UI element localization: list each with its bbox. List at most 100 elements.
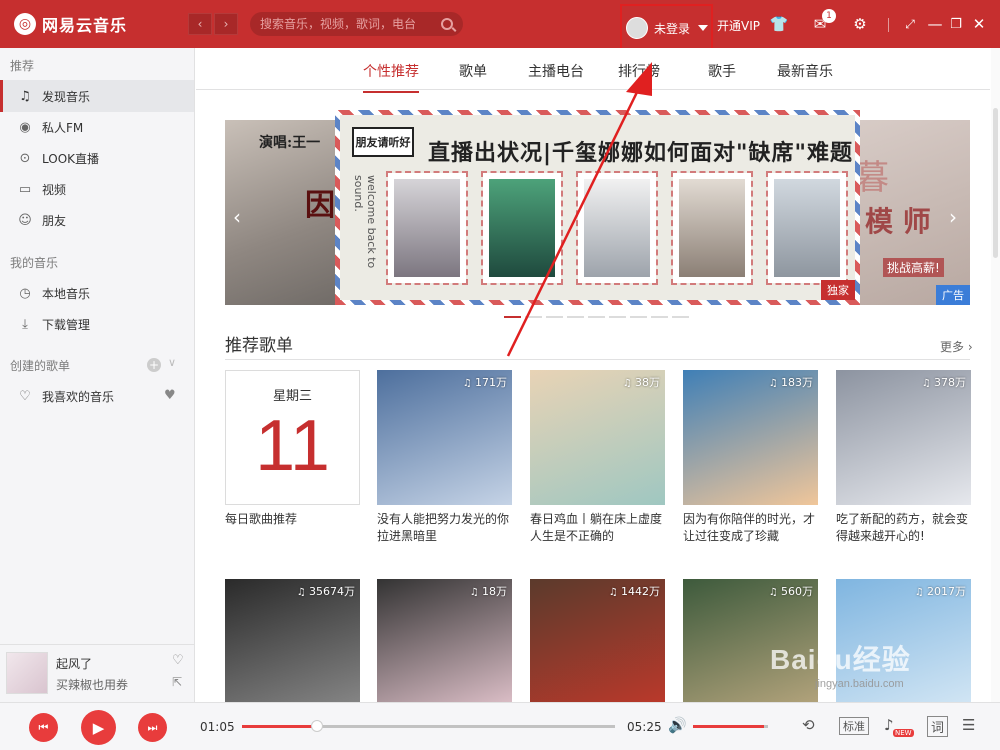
tab-new-music[interactable]: 最新音乐: [777, 61, 833, 81]
search-box[interactable]: [250, 12, 463, 36]
quality-button[interactable]: 标准: [839, 717, 869, 735]
playlist-card[interactable]: 171万 没有人能把努力发光的你拉进黑暗里: [377, 370, 512, 545]
carousel-dot[interactable]: [546, 316, 563, 318]
netease-logo-icon: ◎: [14, 13, 36, 35]
playlist-cover[interactable]: 35674万: [225, 579, 360, 702]
scrollbar-thumb[interactable]: [993, 108, 998, 258]
carousel-dot[interactable]: [609, 316, 626, 318]
vip-link[interactable]: 开通VIP: [717, 17, 760, 34]
playlist-title[interactable]: 春日鸡血丨躺在床上虚度人生是不正确的: [530, 511, 665, 545]
previous-button[interactable]: ⏮: [29, 713, 58, 742]
progress-bar[interactable]: [242, 720, 615, 732]
chevron-down-icon[interactable]: [698, 25, 709, 31]
play-count: 18万: [470, 583, 507, 599]
banner-photo: [386, 171, 468, 285]
next-button[interactable]: ⏭: [138, 713, 167, 742]
banner-center-inner: 朋友请听好 直播出状况|千玺娜娜如何面对"缺席"难题 welcome back …: [340, 115, 855, 300]
carousel-dot[interactable]: [567, 316, 584, 318]
section-title[interactable]: 推荐歌单: [225, 331, 293, 356]
volume-fill: [693, 725, 765, 728]
lyrics-button[interactable]: 词: [927, 716, 949, 737]
now-playing-panel[interactable]: 起风了 买辣椒也用券 ♡ ⇱: [0, 644, 194, 702]
playlist-title[interactable]: 没有人能把努力发光的你拉进黑暗里: [377, 511, 512, 545]
add-playlist-icon[interactable]: +: [147, 358, 161, 372]
heartbeat-mode-icon[interactable]: ♥: [164, 388, 176, 403]
sidebar-item-local-music[interactable]: ◷ 本地音乐: [0, 277, 194, 309]
sidebar-item-downloads[interactable]: ⤓ 下载管理: [0, 308, 194, 340]
skin-icon[interactable]: 👕: [769, 14, 789, 34]
carousel-dot[interactable]: [588, 316, 605, 318]
playlist-cover[interactable]: 378万: [836, 370, 971, 505]
avatar[interactable]: [626, 17, 648, 39]
now-playing-cover[interactable]: [6, 652, 48, 694]
carousel-dot[interactable]: [651, 316, 668, 318]
carousel-dot[interactable]: [672, 316, 689, 318]
scrollbar[interactable]: [991, 48, 1000, 702]
playlist-title[interactable]: 每日歌曲推荐: [225, 511, 360, 545]
play-button[interactable]: ▶: [81, 710, 116, 745]
mail-badge: 1: [822, 9, 836, 23]
playlist-cover[interactable]: 171万: [377, 370, 512, 505]
playlist-cover[interactable]: 1442万: [530, 579, 665, 702]
playlist-card-daily[interactable]: 星期三 11 每日歌曲推荐: [225, 370, 360, 545]
forward-button[interactable]: ›: [214, 13, 238, 35]
playlist-icon[interactable]: ☰: [962, 716, 975, 734]
playlist-card[interactable]: 1442万: [530, 579, 665, 702]
login-label[interactable]: 未登录: [654, 20, 690, 37]
carousel-dot[interactable]: [630, 316, 647, 318]
tab-artists[interactable]: 歌手: [708, 61, 736, 81]
tab-playlists[interactable]: 歌单: [459, 61, 487, 81]
back-button[interactable]: ‹: [188, 13, 212, 35]
banner-slide-center[interactable]: 朋友请听好 直播出状况|千玺娜娜如何面对"缺席"难题 welcome back …: [335, 110, 860, 305]
sidebar-item-live[interactable]: ⊙ LOOK直播: [0, 142, 194, 174]
login-button[interactable]: 未登录: [620, 4, 713, 52]
carousel-next-icon[interactable]: ›: [949, 205, 957, 229]
sidebar-item-discover[interactable]: ♫ 发现音乐: [0, 80, 194, 112]
playlist-card[interactable]: 38万 春日鸡血丨躺在床上虚度人生是不正确的: [530, 370, 665, 545]
playlist-cover[interactable]: 38万: [530, 370, 665, 505]
minimize-icon[interactable]: —: [925, 14, 945, 34]
playlist-card[interactable]: 183万 因为有你陪伴的时光，才让过往变成了珍藏: [683, 370, 818, 545]
close-icon[interactable]: ✕: [969, 14, 989, 34]
playlist-cover[interactable]: 18万: [377, 579, 512, 702]
carousel-dot[interactable]: [525, 316, 542, 318]
carousel-dot[interactable]: [504, 316, 521, 318]
banner-headline: 直播出状况|千玺娜娜如何面对"缺席"难题: [428, 141, 853, 166]
search-input[interactable]: [260, 17, 441, 31]
tab-radio[interactable]: 主播电台: [528, 61, 584, 81]
banner-slide-left[interactable]: 演唱:王一 因: [225, 120, 350, 305]
progress-handle[interactable]: [310, 720, 323, 732]
chevron-down-icon[interactable]: ∨: [168, 356, 176, 369]
now-playing-artist[interactable]: 买辣椒也用券: [56, 676, 128, 693]
volume-icon[interactable]: 🔊: [668, 716, 687, 734]
sidebar-item-label: 私人FM: [42, 120, 84, 135]
like-icon[interactable]: ♡: [172, 653, 184, 668]
more-label[interactable]: 更多: [940, 340, 964, 354]
tab-personal-recommend[interactable]: 个性推荐: [363, 61, 419, 93]
share-icon[interactable]: ⇱: [172, 675, 182, 689]
gear-icon[interactable]: ⚙: [850, 14, 870, 34]
tab-charts[interactable]: 排行榜: [618, 61, 660, 81]
now-playing-title[interactable]: 起风了: [56, 655, 92, 672]
mini-mode-icon[interactable]: ⤢: [900, 14, 920, 34]
sidebar-item-label: 下载管理: [42, 317, 91, 332]
playlist-card[interactable]: 378万 吃了新配的药方，就会变得越来越开心的!: [836, 370, 971, 545]
sidebar-item-video[interactable]: ▭ 视频: [0, 173, 194, 205]
playlist-title[interactable]: 吃了新配的药方，就会变得越来越开心的!: [836, 511, 971, 545]
carousel-prev-icon[interactable]: ‹: [233, 205, 241, 229]
maximize-icon[interactable]: ❐: [946, 14, 966, 34]
sidebar-item-fm[interactable]: ◉ 私人FM: [0, 111, 194, 143]
banner-photo: [576, 171, 658, 285]
playlist-cover[interactable]: 183万: [683, 370, 818, 505]
more-link[interactable]: 更多 ›: [940, 338, 973, 355]
sidebar-item-friends[interactable]: ☺ 朋友: [0, 204, 194, 236]
loop-icon[interactable]: ⟲: [802, 716, 815, 734]
playlist-card[interactable]: 18万: [377, 579, 512, 702]
playlist-title[interactable]: 因为有你陪伴的时光，才让过往变成了珍藏: [683, 511, 818, 545]
search-icon[interactable]: [441, 18, 453, 30]
app-logo[interactable]: ◎ 网易云音乐: [14, 12, 127, 36]
daily-recommend-cover[interactable]: 星期三 11: [225, 370, 360, 505]
banner-carousel[interactable]: 演唱:王一 因 ‹ 暮 模 师 挑战高薪! 广告 › 朋友请听好 直播出状况|千…: [225, 110, 970, 305]
volume-slider[interactable]: [693, 725, 768, 728]
playlist-card[interactable]: 35674万: [225, 579, 360, 702]
